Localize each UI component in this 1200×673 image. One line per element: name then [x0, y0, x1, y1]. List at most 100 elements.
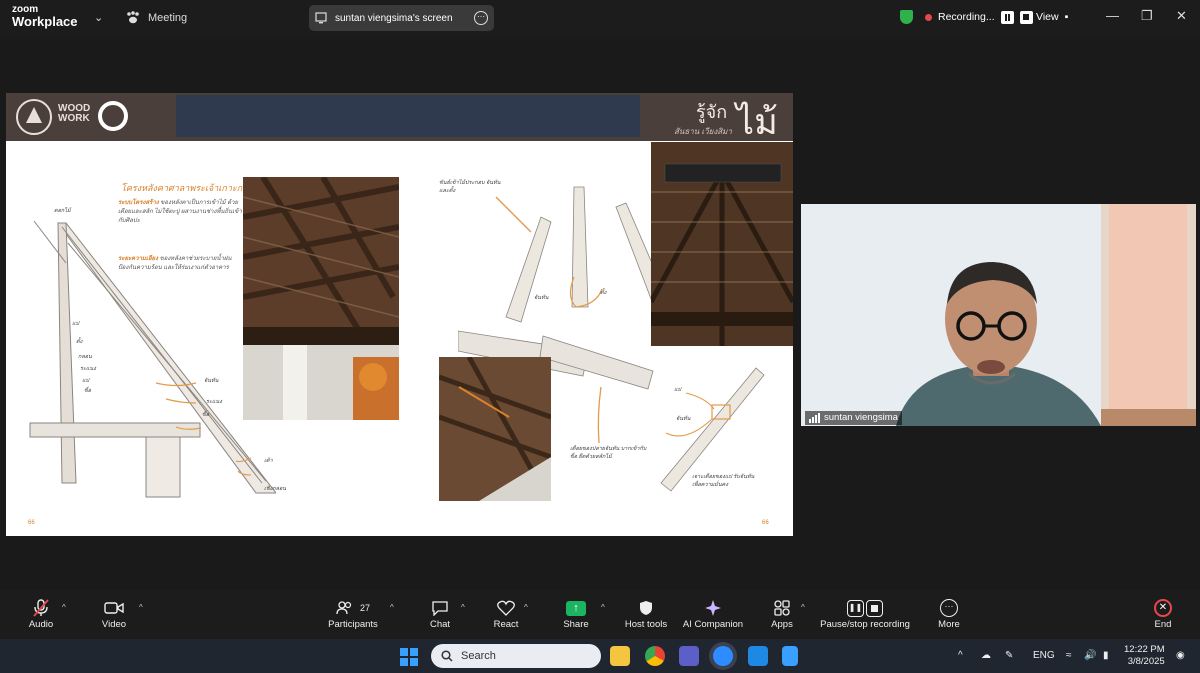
stop-recording-icon[interactable] — [1019, 10, 1033, 24]
video-camera-icon — [98, 598, 130, 618]
share-screen-button[interactable]: ↑ Share — [560, 598, 592, 630]
more-icon: ··· — [934, 598, 964, 618]
zoom-app-icon[interactable] — [713, 646, 733, 666]
more-button[interactable]: ··· More — [934, 598, 964, 630]
truss-annotation: ดั้ง — [76, 339, 83, 345]
network-alert-icon[interactable]: ☁ — [981, 650, 991, 661]
recording-label: Recording... — [938, 11, 995, 23]
apps-options-caret-icon[interactable]: ^ — [801, 603, 805, 612]
sparkle-icon — [682, 598, 744, 618]
woodwork-logo-text: WOOD WORK — [58, 103, 91, 124]
slide-author: สันธาน เวียงสิมา — [674, 127, 732, 136]
joint-annotation: แป — [674, 387, 682, 393]
view-button[interactable]: View ▪ — [1036, 11, 1068, 23]
participants-button[interactable]: 27 Participants — [324, 598, 382, 630]
participants-icon: 27 — [324, 598, 382, 618]
react-button[interactable]: React — [492, 598, 520, 630]
teams-icon[interactable] — [679, 646, 699, 666]
truss-annotation: กลอน — [78, 354, 92, 360]
chat-label: Chat — [429, 619, 451, 630]
joint-annotation: จันทัน — [534, 295, 549, 301]
joint-annotation: เจาะเดือยของแป รับจันทัน เพื่อความมั่นคง — [692, 474, 755, 488]
callout-arrow — [597, 386, 602, 444]
host-tools-button[interactable]: Host tools — [622, 598, 670, 630]
more-options-icon[interactable]: ··· — [474, 11, 488, 25]
chat-button[interactable]: Chat — [426, 598, 454, 630]
notifications-icon[interactable]: ◉ — [1176, 650, 1185, 661]
truss-annotation: แป — [72, 321, 80, 327]
truss-annotation: ดอกไม้ — [54, 208, 71, 214]
header-band — [176, 95, 640, 137]
share-label: Share — [563, 619, 589, 630]
pause-stop-recording-button[interactable]: ❚❚ Pause/stop recording — [818, 598, 912, 630]
joint-annotation: ดั้ง — [600, 290, 607, 296]
clock-date: 3/8/2025 — [1127, 656, 1165, 667]
taskbar-search[interactable]: Search — [431, 644, 601, 668]
participants-options-caret-icon[interactable]: ^ — [390, 603, 394, 612]
clock-time: 12:22 PM — [1124, 644, 1165, 655]
stop-icon — [866, 599, 883, 617]
brand-line2: Workplace — [12, 14, 78, 29]
react-options-caret-icon[interactable]: ^ — [524, 603, 528, 612]
language-indicator[interactable]: ENG — [1033, 650, 1055, 661]
minimize-icon[interactable]: — — [1106, 8, 1119, 23]
participants-count: 27 — [359, 603, 370, 613]
meeting-toolbar: Audio ^ Video ^ 27 Participants ^ Chat ^… — [0, 590, 1200, 638]
chat-options-caret-icon[interactable]: ^ — [461, 603, 465, 612]
windows-start-icon[interactable] — [400, 648, 418, 666]
photos-icon[interactable] — [748, 646, 768, 666]
video-button[interactable]: Video — [98, 598, 130, 630]
file-explorer-icon[interactable] — [610, 646, 630, 666]
recording-dot-icon — [925, 13, 932, 21]
restore-icon[interactable]: ❐ — [1141, 8, 1153, 24]
ai-companion-button[interactable]: AI Companion — [682, 598, 744, 630]
meeting-menu[interactable]: Meeting — [126, 11, 187, 24]
screen-share-icon — [315, 12, 327, 24]
truss-annotation: จันทัน — [204, 378, 219, 384]
emblem-logo — [16, 99, 52, 135]
audio-label: Audio — [28, 619, 54, 630]
chrome-icon[interactable] — [645, 646, 665, 666]
joint-annotation: เดือยของปลายจันทัน บากเข้ากับขื่อ ยึดด้ว… — [570, 446, 647, 460]
clock[interactable]: 12:22 PM 3/8/2025 — [1124, 644, 1165, 668]
body-text: ระบบโครงสร้าง ของหลังคาเป็นการเข้าไม้ ด้… — [118, 200, 242, 224]
section-heading: โครงหลังคาศาลาพระเจ้าเกาะกลาง — [121, 183, 258, 193]
close-icon[interactable]: ✕ — [1176, 8, 1187, 24]
chevron-down-icon[interactable]: ⌄ — [94, 11, 103, 24]
end-icon: ✕ — [1154, 599, 1172, 617]
end-meeting-button[interactable]: ✕ End — [1150, 598, 1176, 630]
speaker-icon[interactable]: 🔊 — [1084, 650, 1096, 661]
woodwork-logo-mark — [98, 101, 128, 131]
wifi-icon[interactable]: ≈ — [1066, 650, 1072, 661]
pause-icon: ❚❚ — [847, 599, 864, 617]
truss-annotation: เชิงกลอน — [264, 486, 287, 492]
microphone-muted-icon — [25, 598, 57, 618]
participant-video-tile[interactable]: suntan viengsima — [801, 204, 1196, 426]
apps-icon — [768, 598, 796, 618]
windows-taskbar: Search ^ ☁ ✎ ENG ≈ 🔊 ▮ 12:22 PM 3/8/2025… — [0, 639, 1200, 673]
shield-icon — [622, 598, 670, 618]
meeting-label: Meeting — [148, 11, 188, 24]
battery-icon[interactable]: ▮ — [1103, 650, 1109, 661]
signal-strength-icon — [809, 412, 820, 423]
truss-annotation: ระแนง — [206, 399, 222, 405]
notepad-icon[interactable] — [782, 646, 798, 666]
screen-share-indicator[interactable]: suntan viengsima's screen ··· — [309, 5, 494, 31]
truss-annotation: ระแนง — [80, 366, 96, 372]
audio-options-caret-icon[interactable]: ^ — [62, 603, 66, 612]
pen-icon[interactable]: ✎ — [1005, 650, 1013, 661]
video-options-caret-icon[interactable]: ^ — [139, 603, 143, 612]
security-shield-icon[interactable] — [900, 10, 913, 24]
participant-name: suntan viengsima — [824, 412, 898, 423]
show-hidden-icons[interactable]: ^ — [958, 650, 963, 661]
pause-recording-icon[interactable] — [1000, 10, 1014, 24]
view-layout-icon: ▪ — [1064, 11, 1069, 23]
participant-name-tag: suntan viengsima — [805, 411, 902, 425]
end-label: End — [1154, 619, 1172, 630]
share-options-caret-icon[interactable]: ^ — [601, 603, 605, 612]
ai-companion-label: AI Companion — [682, 619, 744, 630]
page-number-left: 66 — [28, 520, 35, 526]
heart-icon — [492, 598, 520, 618]
audio-button[interactable]: Audio — [25, 598, 57, 630]
apps-button[interactable]: Apps — [768, 598, 796, 630]
